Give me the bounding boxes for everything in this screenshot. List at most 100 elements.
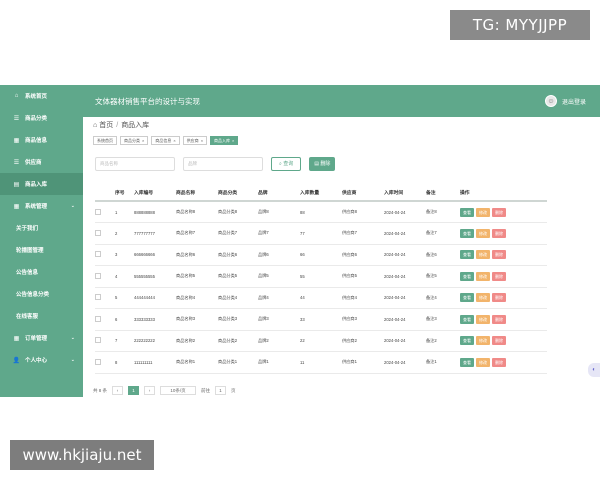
table-cell: 333333333 — [134, 308, 176, 331]
view-button[interactable]: 查看 — [460, 271, 474, 281]
close-icon[interactable]: × — [173, 138, 175, 143]
view-button[interactable]: 查看 — [460, 336, 474, 346]
topbar: 文体器材销售平台的设计与实现 ☺ 退出登录 — [83, 85, 600, 117]
sidebar-subitem[interactable]: 在线客服 — [0, 305, 83, 327]
view-button[interactable]: 查看 — [460, 357, 474, 367]
table-cell: 商品名称5 — [176, 265, 218, 288]
sidebar-subitem[interactable]: 轮播图管理 — [0, 239, 83, 261]
table-cell: 222222222 — [134, 330, 176, 352]
column-header: 入库编号 — [134, 185, 176, 202]
delete-button[interactable]: 删除 — [492, 207, 506, 217]
sidebar-subitem[interactable]: 关于我们 — [0, 217, 83, 239]
table-cell: 备注6 — [426, 244, 460, 266]
delete-button[interactable]: 删除 — [492, 271, 506, 281]
sidebar-item[interactable]: ▦ 订单管理 ⌄ — [0, 327, 83, 349]
close-icon[interactable]: × — [201, 138, 203, 143]
edit-button[interactable]: 修改 — [476, 228, 490, 238]
table-cell: 商品名称3 — [176, 308, 218, 331]
delete-button[interactable]: 删除 — [492, 228, 506, 238]
ops-cell: 查看 修改 删除 — [460, 330, 547, 352]
tag-item[interactable]: 商品信息 × — [151, 135, 180, 145]
view-button[interactable]: 查看 — [460, 207, 474, 217]
row-checkbox-cell[interactable] — [95, 222, 115, 245]
tag-item[interactable]: 系统首页 — [93, 135, 117, 145]
table-cell: 品牌3 — [258, 308, 300, 331]
page-size-select[interactable]: 10条/页 — [160, 386, 197, 395]
row-checkbox[interactable] — [95, 294, 101, 301]
close-icon[interactable]: × — [232, 138, 234, 143]
prev-page-button[interactable]: ‹ — [112, 386, 124, 395]
select-all-checkbox[interactable] — [95, 185, 115, 202]
row-checkbox[interactable] — [95, 315, 101, 322]
edit-button[interactable]: 修改 — [476, 250, 490, 260]
row-actions: 查看 修改 删除 — [460, 314, 547, 324]
logout-link[interactable]: 退出登录 — [562, 97, 586, 106]
sidebar-item[interactable]: 👤 个人中心 ⌄ — [0, 349, 83, 371]
column-header: 入库数量 — [300, 185, 342, 202]
delete-button[interactable]: 删除 — [492, 250, 506, 260]
view-button[interactable]: 查看 — [460, 250, 474, 260]
edit-button[interactable]: 修改 — [476, 357, 490, 367]
edit-button[interactable]: 修改 — [476, 293, 490, 303]
sidebar-item[interactable]: ☰ 供应商 — [0, 151, 83, 173]
row-checkbox[interactable] — [95, 229, 101, 236]
row-checkbox-cell[interactable] — [95, 287, 115, 309]
tag-item[interactable]: 供应商 × — [182, 135, 208, 145]
tag-item[interactable]: 商品分类 × — [120, 135, 149, 145]
sidebar-item[interactable]: ▤ 商品入库 — [0, 173, 83, 195]
brand-input[interactable]: 品牌 — [183, 157, 263, 171]
query-button[interactable]: ⌕ 查询 — [271, 157, 302, 171]
floating-chat-icon[interactable]: ◐ — [588, 363, 600, 377]
row-checkbox[interactable] — [95, 251, 101, 258]
edit-button[interactable]: 修改 — [476, 207, 490, 217]
sidebar-item-label: 供应商 — [25, 160, 42, 166]
ops-cell: 查看 修改 删除 — [460, 201, 547, 223]
sidebar-subitem[interactable]: 公告信息 — [0, 261, 83, 283]
sidebar-item[interactable]: ▦ 系统管理 ⌄ — [0, 195, 83, 217]
row-checkbox-cell[interactable] — [95, 308, 115, 331]
row-checkbox-cell[interactable] — [95, 330, 115, 352]
view-button[interactable]: 查看 — [460, 314, 474, 324]
sidebar-item-label: 个人中心 — [25, 358, 48, 364]
row-checkbox[interactable] — [95, 358, 101, 365]
table-cell: 11 — [300, 351, 342, 374]
edit-button[interactable]: 修改 — [476, 336, 490, 346]
delete-button[interactable]: 删除 — [492, 336, 506, 346]
row-checkbox[interactable] — [95, 337, 101, 344]
row-checkbox[interactable] — [95, 272, 101, 279]
breadcrumb-home[interactable]: 首页 — [99, 120, 113, 130]
sidebar-item[interactable]: ▦ 商品信息 — [0, 129, 83, 151]
delete-button[interactable]: 删除 — [492, 293, 506, 303]
delete-button[interactable]: 删除 — [492, 357, 506, 367]
row-checkbox-cell[interactable] — [95, 201, 115, 223]
edit-button[interactable]: 修改 — [476, 271, 490, 281]
goto-page-input[interactable]: 1 — [215, 386, 227, 395]
table-cell: 备注1 — [426, 351, 460, 374]
row-checkbox-cell[interactable] — [95, 244, 115, 266]
row-actions: 查看 修改 删除 — [460, 357, 547, 367]
sidebar-item[interactable]: ⌂ 系统首页 — [0, 85, 83, 107]
sidebar-icon: ▦ — [13, 335, 20, 342]
sidebar-subitem[interactable]: 公告信息分类 — [0, 283, 83, 305]
table-cell: 2024-04-24 — [384, 244, 426, 266]
page-1-button[interactable]: 1 — [128, 386, 140, 395]
row-checkbox-cell[interactable] — [95, 351, 115, 374]
view-button[interactable]: 查看 — [460, 228, 474, 238]
chevron-down-icon: ⌄ — [70, 335, 75, 341]
row-checkbox-cell[interactable] — [95, 265, 115, 288]
view-button[interactable]: 查看 — [460, 293, 474, 303]
delete-button[interactable]: 删除 — [492, 314, 506, 324]
batch-delete-button[interactable]: ▤ 删除 — [309, 157, 336, 171]
close-icon[interactable]: × — [142, 138, 144, 143]
row-checkbox[interactable] — [95, 208, 101, 215]
tag-label: 商品分类 — [124, 137, 140, 143]
user-menu[interactable]: ☺ 退出登录 — [544, 95, 586, 107]
tag-item[interactable]: 商品入库 × — [210, 135, 239, 145]
sidebar-item[interactable]: ☰ 商品分类 — [0, 107, 83, 129]
product-name-input[interactable]: 商品名称 — [95, 157, 175, 171]
next-page-button[interactable]: › — [144, 386, 156, 395]
sidebar-item-label: 系统首页 — [25, 94, 48, 100]
column-header: 品牌 — [258, 185, 300, 202]
edit-button[interactable]: 修改 — [476, 314, 490, 324]
table-cell: 77 — [300, 222, 342, 245]
